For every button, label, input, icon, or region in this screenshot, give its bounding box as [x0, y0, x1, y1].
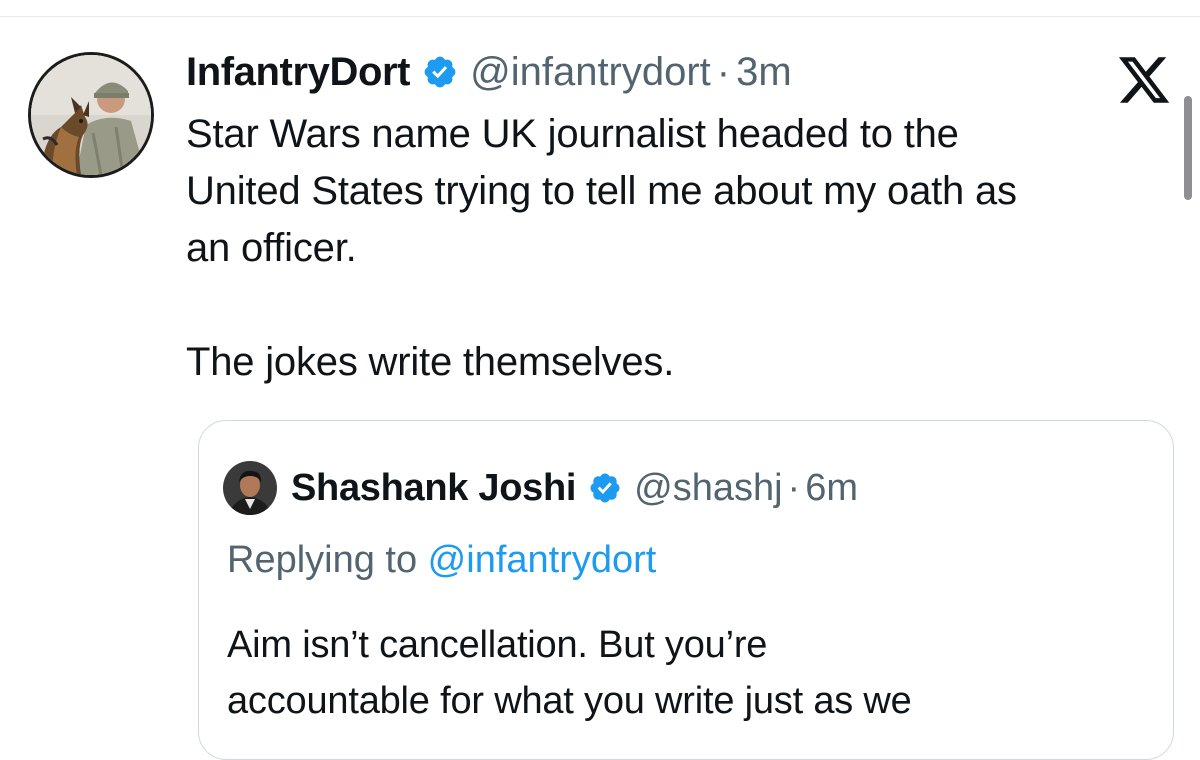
quoted-tweet-timestamp[interactable]: 6m — [805, 467, 858, 510]
tweet-text-line: United States trying to tell me about my… — [186, 169, 1017, 213]
quoted-author-display-name[interactable]: Shashank Joshi — [291, 467, 576, 510]
tweet-text-line: The jokes write themselves. — [186, 340, 675, 384]
verified-badge-icon — [590, 473, 620, 503]
tweet-text-line: Star Wars name UK journalist headed to t… — [186, 112, 959, 156]
quoted-tweet-text: Aim isn’t cancellation. But you’re accou… — [227, 617, 1147, 729]
scrollbar-thumb[interactable] — [1184, 96, 1192, 200]
quoted-author-avatar[interactable] — [223, 461, 277, 515]
x-logo-icon — [1118, 57, 1170, 103]
soldier-with-dog-avatar — [31, 55, 151, 175]
verified-badge-icon — [424, 56, 456, 88]
author-handle[interactable]: @infantrydort — [470, 50, 711, 95]
separator-dot: · — [716, 49, 731, 94]
quoted-tweet-text-line: Aim isn’t cancellation. But you’re — [227, 624, 768, 666]
top-divider — [0, 16, 1200, 17]
replying-to-line: Replying to @infantrydort — [227, 539, 656, 582]
tweet-header: InfantryDort @infantrydort · 3m — [186, 42, 792, 102]
author-display-name[interactable]: InfantryDort — [186, 50, 410, 95]
author-avatar[interactable] — [28, 52, 154, 178]
replying-to-mention-link[interactable]: @infantrydort — [428, 539, 657, 581]
profile-photo-avatar — [223, 461, 277, 515]
quoted-author-handle[interactable]: @shashj — [634, 467, 782, 510]
replying-to-label: Replying to — [227, 539, 428, 581]
quoted-tweet-card[interactable]: Shashank Joshi @shashj · 6m Replying to … — [198, 420, 1174, 760]
separator-dot: · — [787, 466, 801, 509]
tweet-text: Star Wars name UK journalist headed to t… — [186, 106, 1176, 391]
quoted-tweet-text-line: accountable for what you write just as w… — [227, 680, 912, 722]
tweet-text-line: an officer. — [186, 226, 357, 270]
quoted-tweet-header: Shashank Joshi @shashj · 6m — [291, 459, 858, 517]
tweet-timestamp[interactable]: 3m — [736, 50, 792, 95]
